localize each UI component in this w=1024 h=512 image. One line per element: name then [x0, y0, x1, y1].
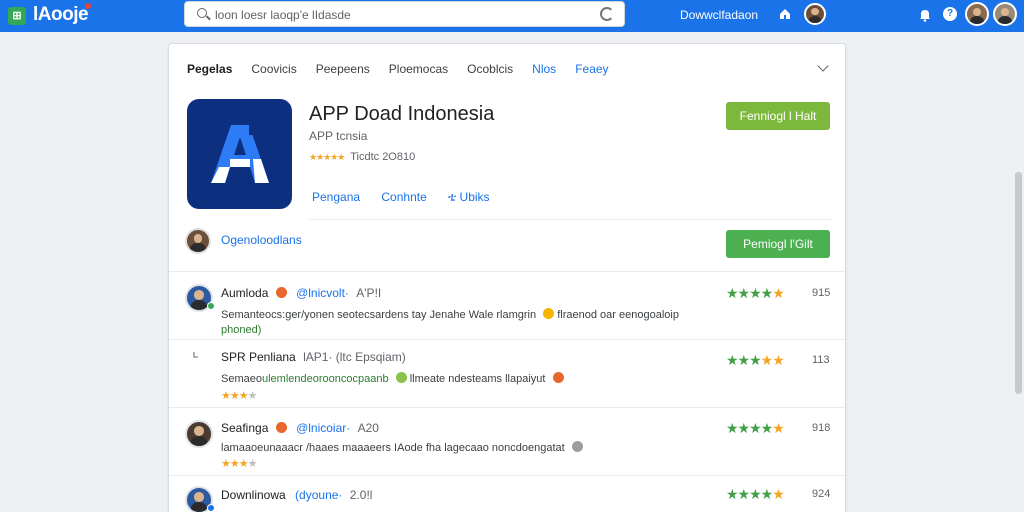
app-subtitle: APP tcnsia [309, 129, 368, 143]
review-date: lAP1· (ltc Epsqiam) [303, 350, 406, 364]
home-icon[interactable] [779, 8, 791, 20]
divider [309, 219, 832, 220]
quote-icon [193, 352, 198, 358]
link-ubiks[interactable]: ቴ Ubiks [448, 190, 489, 204]
bell-icon[interactable] [919, 8, 931, 22]
app-logo-icon[interactable]: ⊞ [8, 7, 26, 25]
profile-avatar[interactable] [965, 2, 989, 26]
reviewer-name[interactable]: SPR Penliana [221, 350, 296, 364]
review-text-a: lamaaoeunaaacr /haaes maaaeers IAode fha… [221, 442, 565, 454]
emoji-icon [275, 422, 287, 433]
site-logo[interactable]: lAooje [33, 4, 89, 26]
review-item: Seafinga @lnicoiar· A20 lamaaoeunaaacr /… [169, 407, 845, 475]
review-stars-icon: ★★★★★ [726, 486, 785, 502]
review-text-a: Semanteocs:ger/yonen seotecsardens tay J… [221, 309, 537, 321]
reviewer-name-line: Aumloda @lnicvolt· A'P!I [221, 286, 381, 300]
search-bar[interactable]: loon loesr laoqp'e lIdasde [184, 1, 625, 27]
install-button[interactable]: Fenniogl l Halt [726, 102, 830, 130]
review-text-a: Semaeo [221, 373, 262, 385]
tab-pegelas[interactable]: Pegelas [187, 62, 232, 78]
review-score: 113 [812, 354, 830, 366]
review-stars-icon: ★★★★★ [726, 420, 785, 436]
reviewer-name-line: SPR Penliana lAP1· (ltc Epsqiam) [221, 350, 406, 364]
reviewer-handle[interactable]: (dyoune· [295, 488, 342, 502]
app-title: APP Doad Indonesia [309, 103, 495, 125]
review-item: Aumloda @lnicvolt· A'P!I Semanteocs:ger/… [169, 271, 845, 339]
tab-ploemocas[interactable]: Ploemocas [389, 62, 448, 78]
review-mini-stars-icon: ★★★★ [221, 390, 257, 402]
tab-feaey[interactable]: Feaey [575, 62, 608, 78]
download-link[interactable]: Dowwclfadaon [680, 8, 758, 22]
reload-icon[interactable] [600, 7, 614, 21]
top-bar: ⊞ lAooje loon loesr laoqp'e lIdasde Doww… [0, 0, 1024, 32]
review-mini-stars-icon: ★★★★ [221, 458, 257, 470]
reviewer-handle[interactable]: @lnicvolt· [296, 286, 349, 300]
tab-bar: Pegelas Coovicis Peepeens Ploemocas Ocob… [187, 62, 628, 78]
reviewer-avatar[interactable] [185, 420, 213, 448]
notification-dot [85, 3, 91, 9]
laugh-emoji-icon [552, 372, 564, 383]
account-avatar[interactable] [993, 2, 1017, 26]
reviewer-handle[interactable]: @lnicoiar· [296, 421, 350, 435]
review-text-c: phoned) [221, 324, 262, 336]
tab-ocoblcis[interactable]: Ocoblcis [467, 62, 513, 78]
tab-coovicis[interactable]: Coovicis [251, 62, 296, 78]
app-icon [187, 99, 292, 209]
review-text-b: flraenod oar eenogoaloip [557, 309, 679, 321]
review-score: 924 [812, 488, 831, 500]
review-score: 918 [812, 422, 831, 434]
thumbs-emoji-icon [571, 441, 583, 452]
link-conhnte[interactable]: Conhnte [381, 190, 426, 204]
app-detail-card: Pegelas Coovicis Peepeens Ploemocas Ocob… [168, 43, 846, 512]
review-date: A20 [357, 421, 379, 435]
search-input[interactable]: loon loesr laoqp'e lIdasde [215, 8, 351, 22]
developer-name[interactable]: Ogenoloodlans [221, 233, 302, 247]
reviewer-name-line: Seafinga @lnicoiar· A20 [221, 421, 379, 435]
smile-emoji-icon [543, 308, 555, 319]
search-icon [197, 8, 207, 18]
review-item: Downlinowa (dyoune· 2.0!l ★★★★★ 924 [169, 475, 845, 512]
tab-peepeens[interactable]: Peepeens [316, 62, 370, 78]
rating-stars-icon: ★★★★★ [309, 152, 345, 162]
page-scrollbar[interactable] [1015, 172, 1022, 394]
grin-emoji-icon [395, 372, 407, 383]
emoji-icon [275, 287, 287, 298]
rating-text: Ticdtc 2O810 [350, 151, 416, 163]
link-pengana[interactable]: Pengana [312, 190, 360, 204]
review-stars-icon: ★★★★★ [726, 352, 785, 368]
review-stars-icon: ★★★★★ [726, 285, 785, 301]
app-links: Pengana Conhnte ቴ Ubiks [312, 190, 508, 205]
reviewer-name[interactable]: Seafinga [221, 421, 268, 435]
letter-a-icon [211, 121, 269, 183]
tab-nlos[interactable]: Nlos [532, 62, 556, 78]
chevron-down-icon[interactable] [817, 60, 829, 72]
review-text: lamaaoeunaaacr /haaes maaaeers IAode fha… [221, 441, 691, 456]
review-text: Semaeoulemlendeorooncocpaanb llmeate nde… [221, 372, 691, 387]
review-date: 2.0!l [349, 488, 373, 502]
reviewer-name[interactable]: Aumloda [221, 286, 268, 300]
review-text: Semanteocs:ger/yonen seotecsardens tay J… [221, 308, 691, 338]
reviewer-name[interactable]: Downlinowa [221, 488, 286, 502]
review-text-highlight: ulemlendeorooncocpaanb [261, 373, 389, 385]
install-secondary-button[interactable]: Pemiogl l'Gilt [726, 230, 830, 258]
user-avatar[interactable] [804, 3, 826, 25]
review-item: SPR Penliana lAP1· (ltc Epsqiam) Semaeou… [169, 339, 845, 407]
review-date: A'P!I [356, 286, 382, 300]
app-rating: ★★★★★ Ticdtc 2O810 [309, 151, 415, 163]
developer-avatar[interactable] [185, 228, 211, 254]
review-text-b: llmeate ndesteams llapaiyut [409, 373, 546, 385]
verified-badge-icon [207, 504, 215, 512]
verified-badge-icon [207, 302, 215, 310]
help-icon[interactable]: ? [943, 7, 957, 21]
review-score: 915 [812, 287, 831, 299]
reviewer-name-line: Downlinowa (dyoune· 2.0!l [221, 488, 372, 502]
